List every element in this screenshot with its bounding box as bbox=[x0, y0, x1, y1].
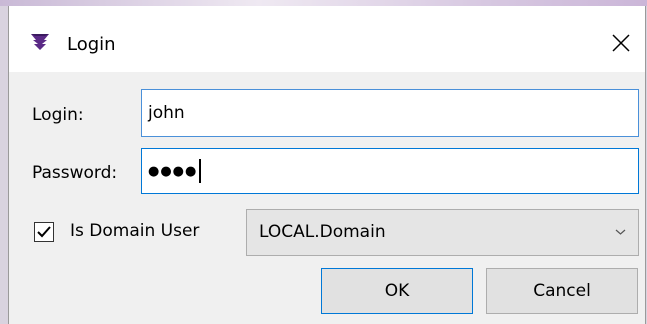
checkmark-icon bbox=[37, 226, 51, 238]
domain-user-label[interactable]: Is Domain User bbox=[70, 221, 199, 241]
login-input[interactable]: john bbox=[141, 89, 639, 137]
close-icon bbox=[612, 34, 630, 52]
login-dialog: Login Login: john Password: ●●●● Is Doma… bbox=[8, 6, 646, 324]
chevron-down-icon bbox=[615, 229, 626, 235]
domain-selected-value: LOCAL.Domain bbox=[259, 222, 386, 242]
app-logo-icon bbox=[31, 34, 49, 50]
login-value: john bbox=[148, 103, 185, 123]
ok-button-label: OK bbox=[384, 281, 410, 301]
domain-select[interactable]: LOCAL.Domain bbox=[246, 209, 639, 256]
password-input[interactable]: ●●●● bbox=[141, 148, 639, 194]
cancel-button[interactable]: Cancel bbox=[486, 268, 638, 314]
title-bar: Login bbox=[9, 6, 645, 72]
password-mask: ●●●● bbox=[148, 163, 198, 179]
text-caret bbox=[199, 159, 202, 183]
password-label: Password: bbox=[32, 163, 118, 183]
cancel-button-label: Cancel bbox=[533, 281, 591, 301]
login-label: Login: bbox=[32, 105, 84, 125]
window-title: Login bbox=[67, 34, 116, 55]
ok-button[interactable]: OK bbox=[321, 268, 473, 314]
close-button[interactable] bbox=[603, 25, 639, 61]
domain-user-checkbox[interactable] bbox=[34, 222, 54, 242]
